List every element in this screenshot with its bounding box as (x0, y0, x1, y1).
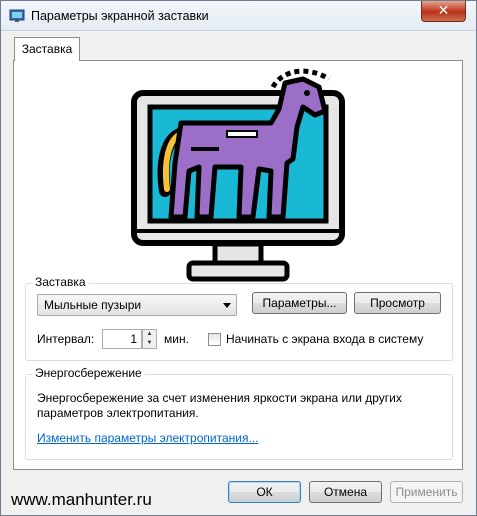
screensaver-settings-window: Параметры экранной заставки ✕ Заставка З… (0, 0, 477, 516)
interval-label: Интервал: (37, 332, 95, 346)
chevron-down-icon[interactable] (223, 303, 231, 308)
cancel-button[interactable]: Отмена (309, 481, 382, 503)
spin-down-icon[interactable]: ▼ (143, 339, 156, 348)
power-description-line1: Энергосбережение за счет изменения яркос… (37, 391, 402, 405)
power-group-label: Энергосбережение (32, 366, 145, 380)
preview-button[interactable]: Просмотр (354, 292, 441, 314)
interval-spinner[interactable]: ▲ ▼ (142, 329, 157, 349)
ok-button[interactable]: ОК (228, 481, 301, 503)
window-title: Параметры экранной заставки (31, 9, 209, 23)
power-settings-link[interactable]: Изменить параметры электропитания... (37, 431, 258, 445)
apply-button[interactable]: Применить (390, 481, 463, 503)
screensaver-select[interactable]: Мыльные пузыри (37, 294, 237, 316)
tab-panel: Заставка Мыльные пузыри Параметры... Про… (13, 60, 463, 470)
watermark-text: www.manhunter.ru (11, 490, 152, 509)
logon-checkbox[interactable] (208, 333, 221, 346)
spin-up-icon[interactable]: ▲ (143, 330, 156, 339)
power-description-line2: параметров электропитания. (37, 406, 199, 420)
interval-unit: мин. (164, 332, 189, 346)
screensaver-settings-button[interactable]: Параметры... (252, 292, 347, 314)
interval-input[interactable]: 1 (102, 329, 142, 349)
screensaver-select-value: Мыльные пузыри (44, 298, 142, 312)
trojan-horse-monitor-icon (131, 68, 345, 282)
monitor-icon (9, 9, 25, 22)
logon-checkbox-label[interactable]: Начинать с экрана входа в систему (226, 332, 423, 346)
title-bar[interactable]: Параметры экранной заставки ✕ (1, 1, 476, 31)
close-button[interactable]: ✕ (421, 1, 466, 22)
screensaver-group-label: Заставка (32, 275, 89, 289)
tab-screensaver[interactable]: Заставка (14, 37, 80, 61)
